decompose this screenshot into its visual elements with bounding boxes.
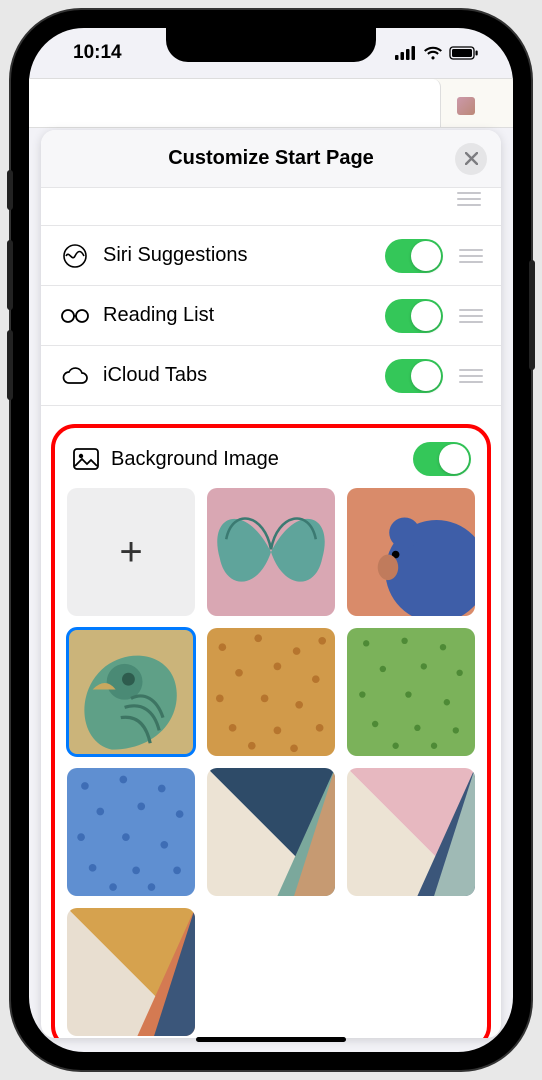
browser-tab-bar <box>29 78 513 128</box>
option-row-reading-list[interactable]: Reading List <box>41 286 501 346</box>
status-icons <box>395 46 479 60</box>
option-label: Reading List <box>103 304 385 327</box>
background-thumb-rays-dark[interactable] <box>207 768 335 896</box>
option-label: Siri Suggestions <box>103 244 385 267</box>
side-button <box>7 170 13 210</box>
background-thumb-dots-orange[interactable] <box>207 628 335 756</box>
screen: 10:14 Customize Start Page <box>29 28 513 1052</box>
status-time: 10:14 <box>73 42 122 64</box>
close-icon <box>465 152 478 165</box>
drag-handle-icon[interactable] <box>459 309 483 323</box>
drag-handle-icon[interactable] <box>457 192 481 206</box>
cellular-icon <box>395 46 417 60</box>
wifi-icon <box>423 46 443 60</box>
option-row-siri-suggestions[interactable]: Siri Suggestions <box>41 226 501 286</box>
phone-frame: 10:14 Customize Start Page <box>11 10 531 1070</box>
customize-panel: Customize Start Page Siri Suggestions <box>41 130 501 1038</box>
panel-title: Customize Start Page <box>168 147 374 170</box>
power-button <box>529 260 535 370</box>
option-row-icloud-tabs[interactable]: iCloud Tabs <box>41 346 501 406</box>
drag-handle-icon[interactable] <box>459 249 483 263</box>
toggle-switch[interactable] <box>385 299 443 333</box>
background-thumb-dots-green[interactable] <box>347 628 475 756</box>
siri-icon <box>59 243 91 269</box>
toggle-switch[interactable] <box>413 442 471 476</box>
toggle-switch[interactable] <box>385 359 443 393</box>
add-background-button[interactable]: + <box>67 488 195 616</box>
volume-down-button <box>7 330 13 400</box>
cloud-icon <box>59 366 91 386</box>
option-label: iCloud Tabs <box>103 364 385 387</box>
background-thumb-dots-blue[interactable] <box>67 768 195 896</box>
background-thumb-rays-pink[interactable] <box>347 768 475 896</box>
panel-body[interactable]: Siri Suggestions Reading List <box>41 188 501 1038</box>
background-thumb-parrot[interactable] <box>67 628 195 756</box>
background-thumbnail-grid: + <box>65 488 477 1036</box>
glasses-icon <box>59 307 91 325</box>
toggle-switch[interactable] <box>385 239 443 273</box>
partial-row-above <box>41 188 501 226</box>
home-indicator[interactable] <box>196 1037 346 1042</box>
image-icon <box>71 448 101 470</box>
battery-icon <box>449 46 479 60</box>
background-image-section: Background Image + <box>51 424 491 1038</box>
close-button[interactable] <box>455 143 487 175</box>
background-image-label: Background Image <box>111 448 413 471</box>
volume-up-button <box>7 240 13 310</box>
drag-handle-icon[interactable] <box>459 369 483 383</box>
panel-header: Customize Start Page <box>41 130 501 188</box>
notch <box>166 28 376 62</box>
background-thumb-rays-gold[interactable] <box>67 908 195 1036</box>
background-image-header: Background Image <box>65 438 477 488</box>
background-thumb-butterfly[interactable] <box>207 488 335 616</box>
background-thumb-bear[interactable] <box>347 488 475 616</box>
